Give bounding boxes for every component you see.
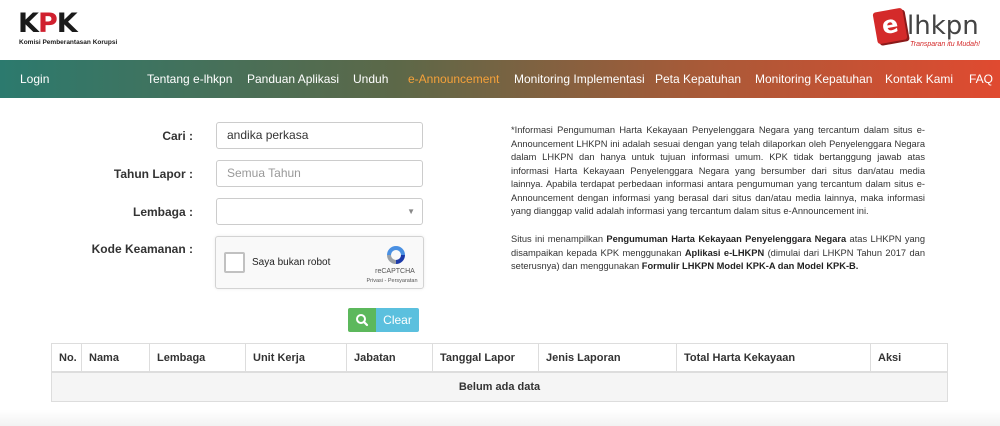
recaptcha-icon — [387, 246, 405, 264]
kpk-logo[interactable]: KPK Komisi Pemberantasan Korupsi — [18, 10, 133, 50]
nav-kontak-kami[interactable]: Kontak Kami — [885, 72, 953, 86]
column-header-lembaga: Lembaga — [150, 344, 246, 372]
nav-peta-kepatuhan[interactable]: Peta Kepatuhan — [655, 72, 741, 86]
elhkpn-logo-text: lhkpn — [907, 11, 979, 41]
column-header-jabatan: Jabatan — [347, 344, 433, 372]
nav-monitoring-implementasi[interactable]: Monitoring Implementasi — [514, 72, 645, 86]
nav-tentang[interactable]: Tentang e-lhkpn — [147, 72, 232, 86]
table-empty-row: Belum ada data — [52, 373, 947, 401]
cari-label: Cari : — [162, 129, 193, 143]
desc-bold-1: Pengumuman Harta Kekayaan Penyelenggara … — [606, 234, 847, 244]
disclaimer-text: *Informasi Pengumuman Harta Kekayaan Pen… — [511, 125, 925, 216]
recaptcha-widget: Saya bukan robot reCAPTCHA Privasi - Per… — [215, 236, 424, 289]
nav-faq[interactable]: FAQ — [969, 72, 993, 86]
tahun-lapor-input[interactable]: Semua Tahun — [216, 160, 423, 187]
elhkpn-logo-tagline: Transparan itu Mudah! — [910, 41, 980, 48]
column-header-jenis-laporan: Jenis Laporan — [539, 344, 677, 372]
chevron-down-icon: ▼ — [407, 207, 415, 216]
column-header-total-harta: Total Harta Kekayaan — [677, 344, 871, 372]
lembaga-label: Lembaga : — [132, 205, 193, 219]
tahun-lapor-label: Tahun Lapor : — [113, 167, 193, 181]
recaptcha-label: Saya bukan robot — [252, 257, 331, 268]
recaptcha-brand: reCAPTCHA — [375, 268, 415, 275]
desc-part-1: Situs ini menampilkan — [511, 234, 607, 244]
nav-monitoring-kepatuhan[interactable]: Monitoring Kepatuhan — [755, 72, 872, 86]
search-icon — [356, 314, 369, 327]
desc-bold-3: Formulir LHKPN Model KPK-A dan Model KPK… — [641, 261, 859, 271]
nav-e-announcement[interactable]: e-Announcement — [408, 72, 499, 86]
recaptcha-links[interactable]: Privasi - Persyaratan — [362, 278, 422, 284]
kode-keamanan-label: Kode Keamanan : — [91, 242, 193, 256]
page-footer-area — [0, 410, 1000, 426]
elhkpn-logo[interactable]: e lhkpn Transparan itu Mudah! — [872, 6, 991, 54]
lembaga-select[interactable]: ▼ — [216, 198, 423, 225]
elhkpn-logo-mark: e — [872, 7, 908, 45]
main-navbar: Login Tentang e-lhkpn Panduan Aplikasi U… — [0, 60, 1000, 98]
column-header-no: No. — [52, 344, 82, 372]
site-header: KPK Komisi Pemberantasan Korupsi e lhkpn… — [0, 0, 1000, 60]
nav-login[interactable]: Login — [20, 72, 49, 86]
column-header-nama: Nama — [82, 344, 150, 372]
kpk-logo-wordmark: KPK — [18, 8, 78, 39]
cari-input[interactable]: andika perkasa — [216, 122, 423, 149]
column-header-tanggal-lapor: Tanggal Lapor — [433, 344, 539, 372]
column-header-aksi: Aksi — [878, 352, 902, 364]
desc-bold-2: Aplikasi e-LHKPN — [684, 247, 765, 258]
clear-button[interactable]: Clear — [376, 308, 419, 332]
recaptcha-checkbox[interactable] — [224, 252, 245, 273]
table-header: No. Nama Lembaga Unit Kerja Jabatan Tang… — [52, 344, 947, 373]
results-table: No. Nama Lembaga Unit Kerja Jabatan Tang… — [51, 343, 948, 402]
site-description-text: Situs ini menampilkan Pengumuman Harta K… — [511, 233, 925, 274]
column-header-unit-kerja: Unit Kerja — [246, 344, 347, 372]
search-button[interactable] — [348, 308, 376, 332]
kpk-logo-subtitle: Komisi Pemberantasan Korupsi — [19, 39, 118, 46]
nav-panduan[interactable]: Panduan Aplikasi — [247, 72, 339, 86]
nav-unduh[interactable]: Unduh — [353, 72, 388, 86]
